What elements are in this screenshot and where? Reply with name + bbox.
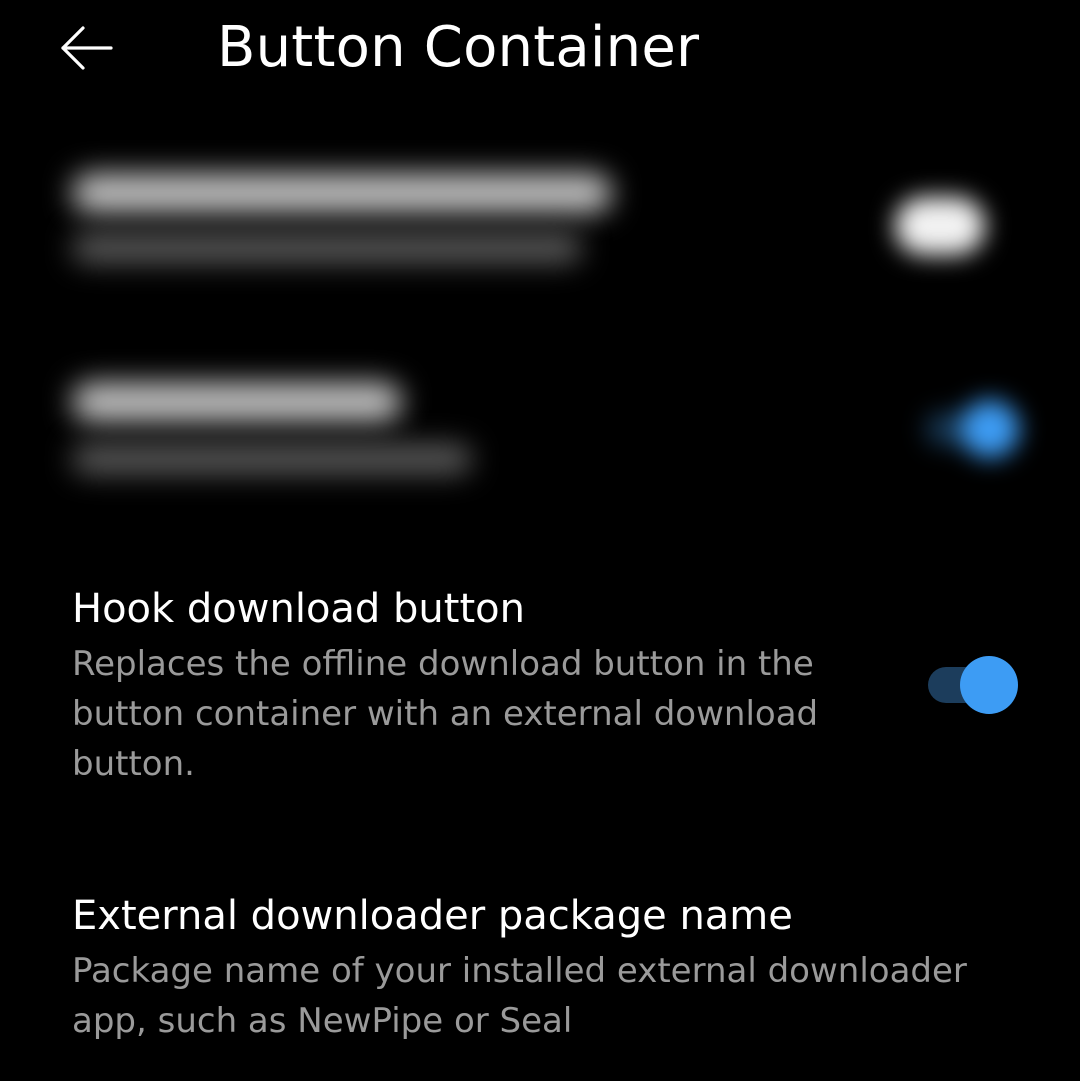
preference-title: Hook download button <box>72 586 525 632</box>
preference-summary: Replaces the offline download button in … <box>72 644 819 784</box>
back-button[interactable] <box>50 18 120 78</box>
arrow-left-icon <box>61 26 113 70</box>
switch-thumb <box>960 656 1018 714</box>
blurred-switch <box>925 398 1025 458</box>
preference-title: External downloader package name <box>72 893 793 939</box>
preference-summary: Package name of your installed external … <box>72 951 967 1041</box>
page-title: Button Container <box>217 15 700 80</box>
blurred-summary <box>72 444 472 474</box>
blurred-preference-row <box>0 165 1080 295</box>
blurred-preference-row <box>0 368 1080 498</box>
settings-screen: Button Container Hook download button Re… <box>0 0 1080 1081</box>
top-app-bar: Button Container <box>0 0 1080 100</box>
hook-download-toggle[interactable] <box>922 651 1022 715</box>
blurred-title <box>72 382 402 422</box>
blurred-title <box>72 173 612 213</box>
preference-external-downloader-package[interactable]: External downloader package name Package… <box>0 892 1080 1052</box>
blurred-summary <box>72 233 582 263</box>
blurred-switch <box>895 197 985 255</box>
preference-hook-download-button[interactable]: Hook download button Replaces the offlin… <box>0 585 1080 795</box>
